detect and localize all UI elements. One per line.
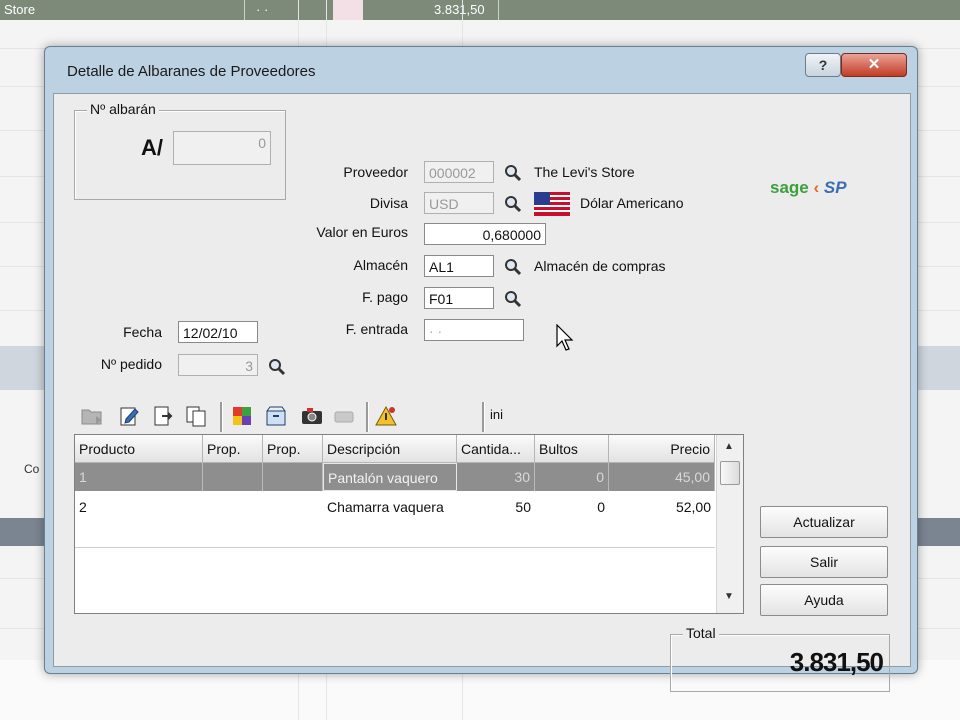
copy-document-icon[interactable] [184,404,208,428]
toolbar-ini-label: ini [490,407,504,422]
warning-icon[interactable] [374,404,398,428]
cell-precio[interactable]: 45,00 [609,463,715,491]
folder-icon[interactable] [80,404,104,428]
dialog-titlebar[interactable]: Detalle de Albaranes de Proveedores ? ✕ [45,47,917,93]
scroll-up-icon[interactable]: ▲ [724,441,734,452]
grid-vertical-scrollbar[interactable]: ▲ ▼ [716,435,743,613]
help-button[interactable]: ? [805,53,841,77]
albaran-group: Nº albarán A/ 0 [74,101,286,200]
total-value: 3.831,50 [789,647,884,677]
cell-producto[interactable]: 2 [75,493,203,521]
cell-precio[interactable]: 52,00 [609,493,715,521]
background-flag-cell [333,0,363,20]
proveedor-code-field[interactable]: 000002 [424,161,494,183]
forma-pago-search-icon[interactable] [504,290,522,308]
col-producto-header[interactable]: Producto [75,435,203,463]
disabled-tool-icon[interactable] [332,404,356,428]
background-top-row: Store · · 3.831,50 [0,0,960,20]
forma-pago-label: F. pago [362,289,408,305]
ayuda-button[interactable]: Ayuda [760,584,888,616]
col-descripcion-header[interactable]: Descripción [323,435,457,463]
dialog-title: Detalle de Albaranes de Proveedores [67,63,316,80]
valor-euros-label: Valor en Euros [316,224,408,240]
divisa-code-field[interactable]: USD [424,192,494,214]
background-row-name: Store [4,2,36,17]
pedido-label: Nº pedido [100,356,162,372]
sage-sp-logo: sage ‹ SP [770,178,847,197]
cell-prop1[interactable] [203,493,263,521]
proveedor-search-icon[interactable] [504,164,522,182]
edit-document-icon[interactable] [118,404,142,428]
grid-divider [75,547,715,548]
scroll-thumb[interactable] [720,461,740,485]
actualizar-button[interactable]: Actualizar [760,506,888,538]
dialog-client-area: Nº albarán A/ 0 Proveedor 000002 The Lev… [53,93,911,692]
cell-producto[interactable]: 1 [75,463,203,491]
scroll-down-icon[interactable]: ▼ [724,591,734,602]
color-table-icon[interactable] [230,404,254,428]
table-row[interactable]: 2 Chamarra vaquera 50 0 52,00 [75,493,715,521]
cell-bultos[interactable]: 0 [535,463,609,491]
cell-prop2[interactable] [263,493,323,521]
cell-descripcion[interactable]: Pantalón vaquero [323,463,457,491]
grid-toolbar: ini [80,402,540,432]
divisa-search-icon[interactable] [504,195,522,213]
us-flag-icon [534,192,570,216]
grid-header: Producto Prop. Prop. Descripción Cantida… [75,435,715,463]
export-document-icon[interactable] [152,404,176,428]
proveedor-name: The Levi's Store [534,164,635,180]
pedido-field[interactable]: 3 [178,354,258,376]
albaranes-dialog: Detalle de Albaranes de Proveedores ? ✕ … [44,46,918,692]
background-side-text: Co [24,462,40,476]
albaran-serie: A/ [141,135,163,160]
fecha-entrada-field[interactable]: · · [424,319,524,341]
salir-button[interactable]: Salir [760,546,888,578]
logo-sage-text: sage [770,178,809,197]
divisa-label: Divisa [369,195,408,211]
close-button[interactable]: ✕ [841,53,907,77]
pedido-search-icon[interactable] [268,358,286,376]
cell-cantidad[interactable]: 30 [457,463,535,491]
almacen-code-field[interactable]: AL1 [424,255,494,277]
col-precio-header[interactable]: Precio [609,435,715,463]
fecha-field[interactable]: 12/02/10 [178,321,258,343]
total-label: Total [683,625,719,641]
col-prop2-header[interactable]: Prop. [263,435,323,463]
fecha-entrada-label: F. entrada [345,321,408,337]
divisa-name: Dólar Americano [580,195,684,211]
almacen-search-icon[interactable] [504,258,522,276]
forma-pago-field[interactable]: F01 [424,287,494,309]
background-row-dots: · · [256,2,269,17]
total-group: Total 3.831,50 [670,625,890,692]
almacen-label: Almacén [353,257,408,273]
cell-prop2[interactable] [263,463,323,491]
albaran-group-label: Nº albarán [87,101,159,117]
cell-descripcion[interactable]: Chamarra vaquera [323,493,457,521]
cell-cantidad[interactable]: 50 [457,493,535,521]
archive-box-icon[interactable] [264,404,288,428]
background-row-amount: 3.831,50 [434,2,485,17]
mouse-cursor-icon [556,324,574,351]
col-bultos-header[interactable]: Bultos [535,435,609,463]
valor-euros-field[interactable]: 0,680000 [424,223,546,245]
col-prop1-header[interactable]: Prop. [203,435,263,463]
almacen-name: Almacén de compras [534,258,666,274]
albaran-number-field[interactable]: 0 [173,131,271,165]
proveedor-label: Proveedor [343,164,408,180]
fecha-label: Fecha [123,324,162,340]
cell-bultos[interactable]: 0 [535,493,609,521]
cell-prop1[interactable] [203,463,263,491]
col-cantidad-header[interactable]: Cantida... [457,435,535,463]
table-row[interactable]: 1 Pantalón vaquero 30 0 45,00 [75,463,715,491]
lines-grid: Producto Prop. Prop. Descripción Cantida… [74,434,744,614]
camera-icon[interactable] [300,404,324,428]
logo-sp-text: SP [823,178,847,197]
